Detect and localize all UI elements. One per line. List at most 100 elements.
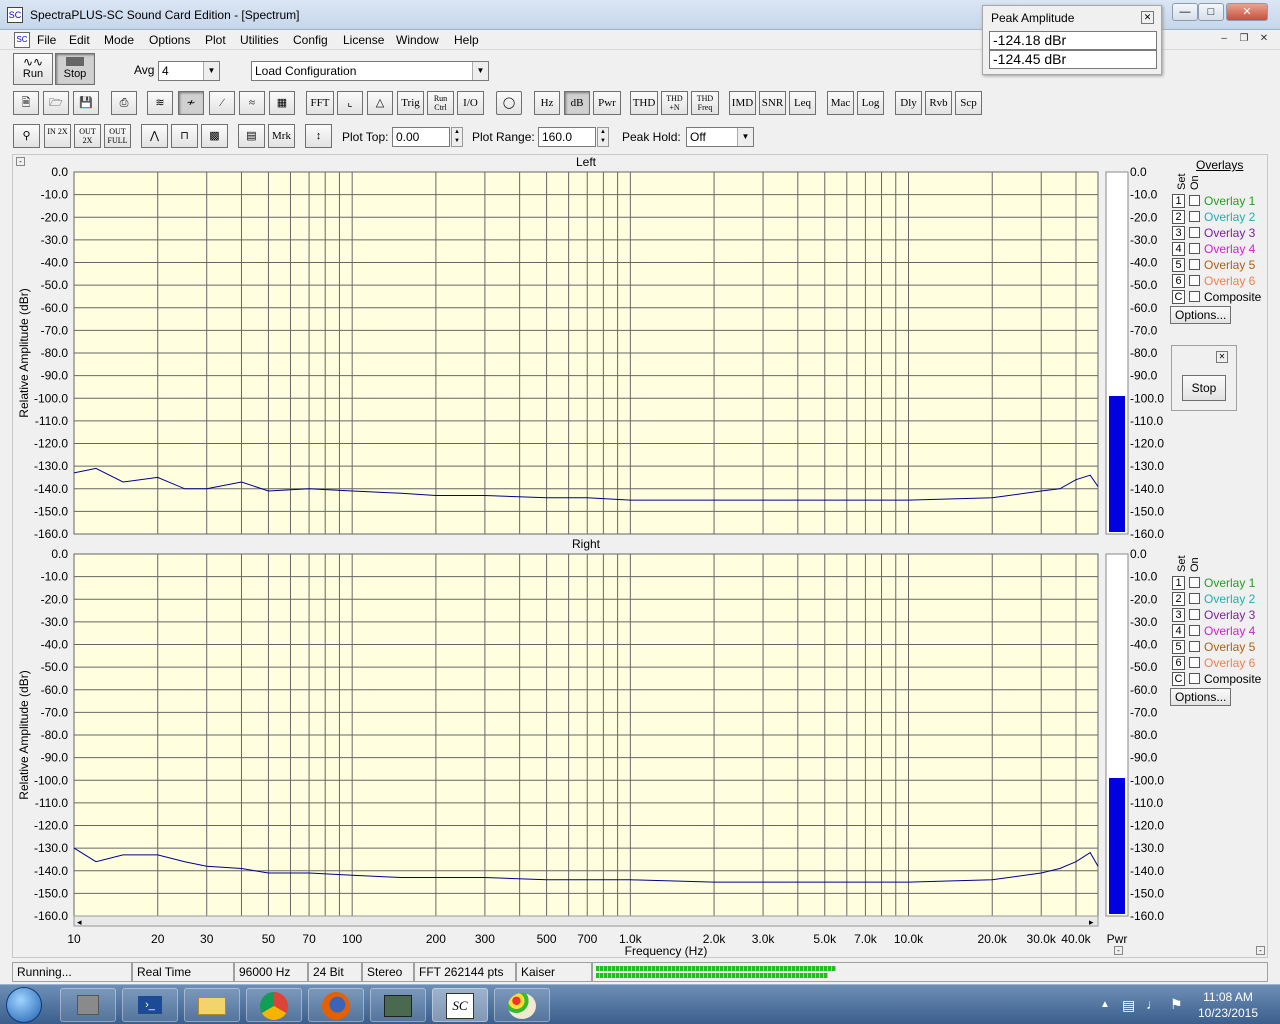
print-icon[interactable]: ⎙ [111, 91, 137, 115]
phase-icon[interactable]: ∕ [209, 91, 235, 115]
fft-button[interactable]: FFT [306, 91, 334, 115]
pwr-button[interactable]: Pwr [593, 91, 621, 115]
close-icon[interactable]: ✕ [1141, 11, 1154, 24]
overlay-set-button[interactable]: 6 [1172, 656, 1185, 670]
overlay-checkbox[interactable] [1189, 609, 1200, 620]
chevron-down-icon[interactable]: ▼ [203, 62, 219, 80]
mdi-minimize-button[interactable]: – [1216, 33, 1232, 47]
overlay-checkbox[interactable] [1189, 211, 1200, 222]
menu-license[interactable]: License [343, 33, 384, 47]
close-icon[interactable]: ✕ [1216, 351, 1228, 363]
menu-help[interactable]: Help [454, 33, 479, 47]
overlay-set-button[interactable]: 5 [1172, 258, 1185, 272]
overlay-checkbox[interactable] [1189, 259, 1200, 270]
weighting-icon[interactable]: △ [367, 91, 393, 115]
overlay-set-button[interactable]: 2 [1172, 592, 1185, 606]
overlay-checkbox[interactable] [1189, 593, 1200, 604]
log-button[interactable]: Log [857, 91, 884, 115]
file-explorer-icon[interactable] [184, 988, 240, 1022]
clock-date[interactable]: 10/23/2015 [1196, 1006, 1260, 1020]
server-manager-icon[interactable] [60, 988, 116, 1022]
mdi-doc-icon[interactable]: SC [14, 32, 30, 48]
overlay-checkbox[interactable] [1189, 673, 1200, 684]
mdi-restore-button[interactable]: ❐ [1236, 33, 1252, 47]
overlay-set-button[interactable]: 4 [1172, 242, 1185, 256]
clock-time[interactable]: 11:08 AM [1196, 990, 1260, 1004]
marker-button[interactable]: Mrk [268, 124, 295, 148]
chevron-down-icon[interactable]: ▼ [472, 62, 488, 80]
overlay-set-button[interactable]: 6 [1172, 274, 1185, 288]
dly-button[interactable]: Dly [895, 91, 922, 115]
tray-flag-icon[interactable]: ⚑ [1170, 996, 1183, 1013]
stop-panel-button[interactable]: Stop [1182, 375, 1226, 401]
collapse-icon[interactable]: - [1114, 946, 1123, 955]
leq-button[interactable]: Leq [789, 91, 816, 115]
plot-top-input[interactable]: 0.00 [392, 127, 450, 147]
menu-plot[interactable]: Plot [205, 33, 226, 47]
overlay-set-button[interactable]: 3 [1172, 608, 1185, 622]
overlay-set-button[interactable]: 5 [1172, 640, 1185, 654]
overlay-checkbox[interactable] [1189, 227, 1200, 238]
menu-utilities[interactable]: Utilities [240, 33, 279, 47]
overlay-checkbox[interactable] [1189, 195, 1200, 206]
overlay-checkbox[interactable] [1189, 577, 1200, 588]
overlay-checkbox[interactable] [1189, 657, 1200, 668]
line-plot-icon[interactable]: ⋀ [141, 124, 168, 148]
zoom-full-button[interactable]: OUT FULL [104, 124, 131, 148]
imd-button[interactable]: IMD [729, 91, 756, 115]
minimize-button[interactable]: — [1172, 3, 1198, 21]
waveform-icon[interactable]: ≋ [147, 91, 173, 115]
zoom-in-button[interactable]: IN 2X [44, 124, 71, 148]
range-icon[interactable]: ↕ [305, 124, 332, 148]
open-folder-icon[interactable]: 🗁 [43, 91, 69, 115]
network-icon[interactable] [370, 988, 426, 1022]
table-icon[interactable]: ▤ [238, 124, 265, 148]
plot-top-spinner-icon[interactable]: ▲ ▼ [451, 127, 463, 147]
tray-chevron-icon[interactable]: ▲ [1100, 999, 1110, 1010]
overlay-checkbox[interactable] [1189, 275, 1200, 286]
3d-surface-icon[interactable]: ▦ [269, 91, 295, 115]
run-ctrl-button[interactable]: Run Ctrl [427, 91, 454, 115]
plot-range-spinner-icon[interactable]: ▲ ▼ [597, 127, 609, 147]
io-button[interactable]: I/O [457, 91, 484, 115]
spectraplus-icon[interactable]: SC [432, 988, 488, 1022]
hz-button[interactable]: Hz [534, 91, 560, 115]
overlay-checkbox[interactable] [1189, 291, 1200, 302]
zoom-out-button[interactable]: OUT 2X [74, 124, 101, 148]
run-button[interactable]: ∿∿ Run [13, 53, 53, 85]
menu-edit[interactable]: Edit [69, 33, 90, 47]
menu-options[interactable]: Options [149, 33, 190, 47]
avg-select[interactable]: 4 ▼ [158, 61, 220, 81]
overlay-checkbox[interactable] [1189, 641, 1200, 652]
scp-button[interactable]: Scp [955, 91, 982, 115]
db-button[interactable]: dB [564, 91, 590, 115]
signal-generator-icon[interactable]: ◯ [496, 91, 522, 115]
trig-button[interactable]: Trig [397, 91, 424, 115]
maximize-button[interactable]: □ [1198, 3, 1224, 21]
chevron-down-icon[interactable]: ▼ [737, 128, 753, 146]
snr-button[interactable]: SNR [759, 91, 786, 115]
overlay-set-button[interactable]: C [1172, 672, 1185, 686]
peak-hold-select[interactable]: Off ▼ [686, 127, 754, 147]
firefox-icon[interactable] [308, 988, 364, 1022]
tray-network-icon[interactable]: ▤ [1122, 997, 1135, 1014]
overlay-options-button[interactable]: Options... [1170, 306, 1232, 324]
close-button[interactable]: ✕ [1226, 3, 1268, 21]
step-plot-icon[interactable]: ⊓ [171, 124, 198, 148]
spectrogram-icon[interactable]: ≈ [239, 91, 265, 115]
overlay-checkbox[interactable] [1189, 625, 1200, 636]
save-disk-icon[interactable]: 💾 [73, 91, 99, 115]
bar-plot-icon[interactable]: ▩ [201, 124, 228, 148]
mdi-close-button[interactable]: ✕ [1256, 33, 1272, 47]
menu-file[interactable]: File [37, 33, 56, 47]
overlay-checkbox[interactable] [1189, 243, 1200, 254]
rvb-button[interactable]: Rvb [925, 91, 952, 115]
thd-button[interactable]: THD [630, 91, 658, 115]
menu-mode[interactable]: Mode [104, 33, 134, 47]
plot-range-input[interactable]: 160.0 [538, 127, 596, 147]
powershell-icon[interactable]: ›_ [122, 988, 178, 1022]
overlay-set-button[interactable]: 3 [1172, 226, 1185, 240]
overlay-set-button[interactable]: 1 [1172, 194, 1185, 208]
new-file-icon[interactable]: 🗎 [13, 91, 39, 115]
overlay-set-button[interactable]: 1 [1172, 576, 1185, 590]
